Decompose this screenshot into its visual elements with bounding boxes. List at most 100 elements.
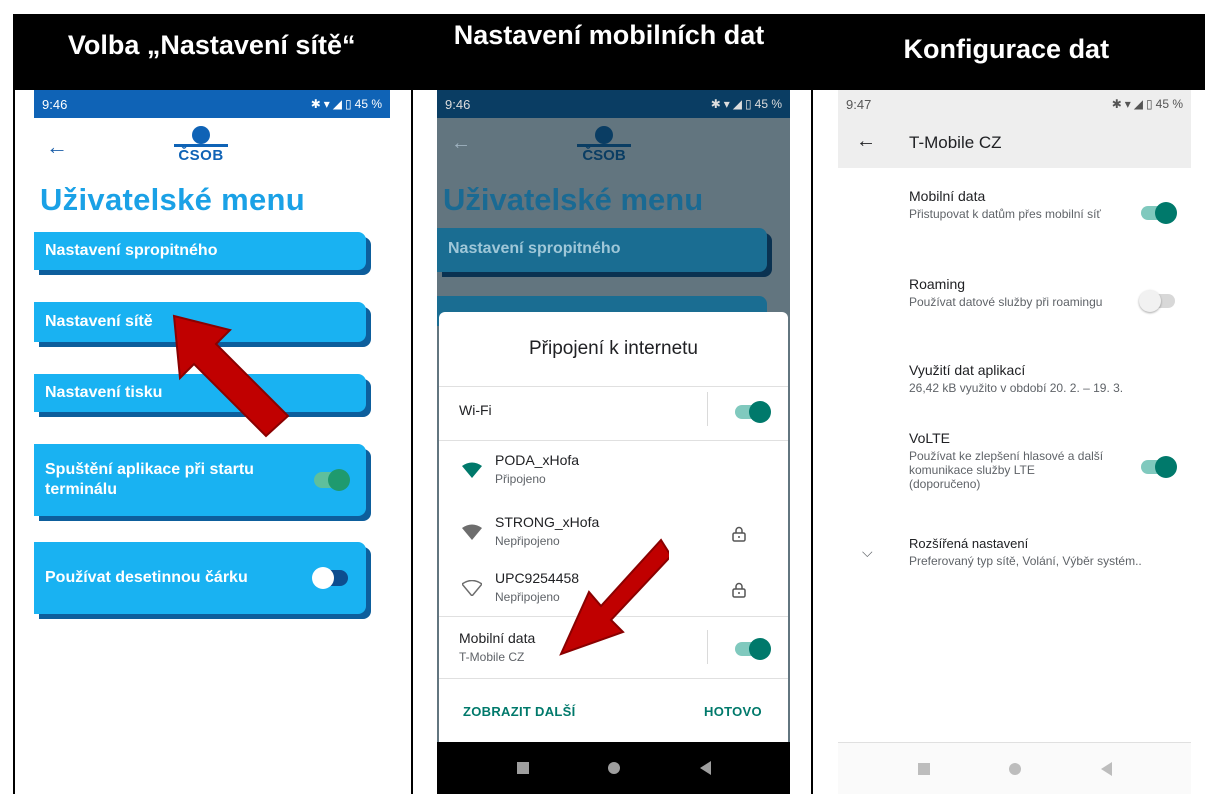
battery-level: 45 % bbox=[1155, 97, 1183, 111]
arrow-left-icon[interactable]: ← bbox=[46, 134, 68, 160]
back-icon[interactable] bbox=[699, 761, 711, 775]
internet-connection-dialog: Připojení k internetu Wi-Fi PODA_xHofa P… bbox=[439, 312, 788, 742]
arrow-shape bbox=[172, 314, 290, 438]
dialog-title: Připojení k internetu bbox=[529, 338, 698, 359]
app-header: ← ČSOB bbox=[34, 118, 390, 174]
logo-head-shape bbox=[192, 126, 210, 144]
recents-icon[interactable] bbox=[917, 762, 930, 775]
csob-logo: ČSOB bbox=[577, 126, 631, 164]
annotation-arrow bbox=[559, 538, 669, 656]
divider bbox=[707, 392, 708, 426]
wifi-status-icon: ▾ bbox=[723, 97, 730, 111]
divider bbox=[439, 678, 788, 679]
page-title: Uživatelské menu bbox=[40, 182, 305, 217]
setting-name: Rozšířená nastavení bbox=[909, 536, 1029, 551]
network-status: Připojeno bbox=[495, 472, 546, 486]
wifi-weak-icon bbox=[462, 580, 482, 596]
toggle-knob bbox=[749, 638, 771, 660]
divider bbox=[439, 440, 788, 441]
chevron-down-icon: ⌵ bbox=[862, 544, 873, 560]
header-bar: Volba „Nastavení sítě“ Nastavení mobilní… bbox=[13, 14, 1205, 90]
setting-roaming[interactable]: Roaming Používat datové služby při roami… bbox=[909, 276, 1119, 309]
arrow-left-icon[interactable]: ← bbox=[856, 130, 876, 153]
wifi-locked-icon bbox=[462, 524, 482, 540]
setting-name: Mobilní data bbox=[909, 188, 986, 204]
status-icons: ✱ ▾ ◢ ▯ 45 % bbox=[1112, 97, 1183, 111]
mobile-data-toggle[interactable] bbox=[1141, 202, 1177, 224]
setting-advanced[interactable]: Rozšířená nastavení Preferovaný typ sítě… bbox=[909, 536, 1179, 568]
menu-button-autostart[interactable]: Spuštění aplikace při startu terminálu bbox=[34, 444, 366, 516]
setting-summary: 26,42 kB využito v období 20. 2. – 19. 3… bbox=[909, 381, 1124, 395]
toggle-knob bbox=[312, 567, 334, 589]
status-time: 9:46 bbox=[42, 96, 68, 112]
toggle-knob bbox=[749, 401, 771, 423]
toggle-knob bbox=[1155, 456, 1177, 478]
done-button[interactable]: HOTOVO bbox=[704, 704, 762, 719]
logo-head-shape bbox=[595, 126, 613, 144]
network-item[interactable]: PODA_xHofa Připojeno bbox=[439, 452, 788, 496]
signal-icon: ◢ bbox=[732, 97, 743, 111]
decimal-comma-toggle[interactable] bbox=[312, 567, 348, 589]
back-icon[interactable] bbox=[1100, 761, 1112, 776]
lock-icon bbox=[732, 582, 746, 598]
status-time: 9:47 bbox=[846, 96, 872, 112]
setting-volte[interactable]: VoLTE Používat ke zlepšení hlasové a dal… bbox=[909, 430, 1109, 491]
wifi-status-icon: ▾ bbox=[323, 97, 330, 111]
setting-summary: Používat datové služby při roamingu bbox=[909, 295, 1103, 309]
column-header-3: Konfigurace dat bbox=[903, 34, 1110, 64]
setting-app-data-usage[interactable]: Využití dat aplikací 26,42 kB využito v … bbox=[909, 362, 1179, 395]
toggle-knob bbox=[1155, 202, 1177, 224]
mobile-data-operator: T-Mobile CZ bbox=[459, 650, 525, 664]
bluetooth-icon: ✱ bbox=[310, 97, 321, 111]
column-header-2: Nastavení mobilních dat bbox=[453, 20, 765, 50]
menu-button-label: Nastavení sítě bbox=[45, 313, 153, 330]
table-border bbox=[411, 90, 413, 794]
autostart-toggle[interactable] bbox=[314, 469, 350, 491]
screenshot-internet-connection: 9:46 ✱ ▾ ◢ ▯ 45 % ← ČSOB Uživatelské men… bbox=[437, 90, 790, 794]
home-icon[interactable] bbox=[1009, 762, 1021, 775]
setting-summary: Preferovaný typ sítě, Volání, Výběr syst… bbox=[909, 554, 1142, 568]
signal-icon: ◢ bbox=[332, 97, 343, 111]
status-time: 9:46 bbox=[445, 96, 471, 112]
table-border bbox=[811, 90, 813, 794]
show-more-button[interactable]: ZOBRAZIT DALŠÍ bbox=[463, 704, 576, 719]
bluetooth-icon: ✱ bbox=[710, 97, 721, 111]
mobile-data-toggle[interactable] bbox=[735, 638, 771, 660]
navigation-bar bbox=[838, 742, 1191, 794]
setting-name: Roaming bbox=[909, 276, 966, 292]
volte-toggle[interactable] bbox=[1141, 456, 1177, 478]
setting-mobile-data[interactable]: Mobilní data Přistupovat k datům přes mo… bbox=[909, 188, 1119, 221]
status-bar: 9:47 ✱ ▾ ◢ ▯ 45 % bbox=[838, 90, 1191, 118]
arrow-shape bbox=[559, 538, 669, 656]
setting-name: Využití dat aplikací bbox=[909, 362, 1026, 378]
setting-summary: Přistupovat k datům přes mobilní síť bbox=[909, 207, 1101, 221]
network-ssid: STRONG_xHofa bbox=[495, 514, 600, 530]
roaming-toggle[interactable] bbox=[1139, 290, 1175, 312]
menu-button-label: Nastavení spropitného bbox=[45, 242, 218, 259]
recents-icon[interactable] bbox=[516, 762, 529, 774]
toggle-knob bbox=[328, 469, 350, 491]
annotation-arrow bbox=[172, 314, 290, 438]
battery-icon: ▯ bbox=[745, 97, 752, 111]
status-icons: ✱ ▾ ◢ ▯ 45 % bbox=[311, 97, 382, 111]
menu-button-decimal-comma[interactable]: Používat desetinnou čárku bbox=[34, 542, 366, 614]
wifi-label: Wi-Fi bbox=[459, 402, 492, 418]
page: Volba „Nastavení sítě“ Nastavení mobilní… bbox=[0, 0, 1205, 794]
home-icon[interactable] bbox=[608, 762, 620, 774]
page-title: T-Mobile CZ bbox=[909, 133, 1002, 152]
menu-button-tip[interactable]: Nastavení spropitného bbox=[34, 232, 366, 270]
battery-level: 45 % bbox=[754, 97, 782, 111]
menu-button-label: Nastavení tisku bbox=[45, 384, 163, 401]
wifi-toggle[interactable] bbox=[735, 401, 771, 423]
bg-menu-button: Nastavení spropitného bbox=[437, 228, 767, 272]
wifi-status-icon: ▾ bbox=[1124, 97, 1131, 111]
status-bar: 9:46 ✱ ▾ ◢ ▯ 45 % bbox=[437, 90, 790, 118]
divider bbox=[707, 630, 708, 664]
status-icons: ✱ ▾ ◢ ▯ 45 % bbox=[711, 97, 782, 111]
bluetooth-icon: ✱ bbox=[1111, 97, 1122, 111]
mobile-data-label: Mobilní data bbox=[459, 630, 536, 646]
network-ssid: PODA_xHofa bbox=[495, 452, 580, 468]
screenshot-user-menu: 9:46 ✱ ▾ ◢ ▯ 45 % ← ČSOB Uživatelské men… bbox=[34, 90, 390, 794]
app-toolbar: ← T-Mobile CZ bbox=[838, 118, 1191, 168]
battery-icon: ▯ bbox=[345, 97, 352, 111]
